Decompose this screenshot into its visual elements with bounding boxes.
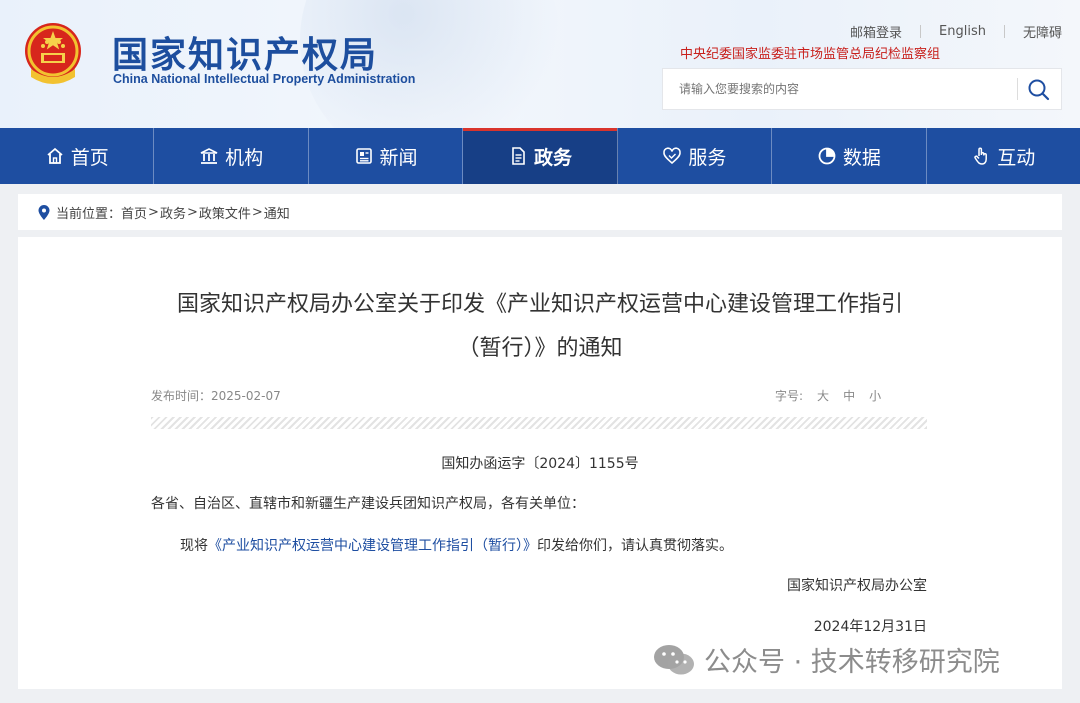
main-nav: 首页 机构 新闻 政务 服务 数据 互动 bbox=[0, 128, 1080, 184]
nav-label: 服务 bbox=[688, 146, 727, 169]
breadcrumb-government-affairs[interactable]: 政务 bbox=[160, 203, 186, 222]
publish-label: 发布时间： bbox=[151, 389, 212, 403]
news-icon bbox=[355, 148, 372, 164]
breadcrumb-separator: > bbox=[251, 204, 263, 220]
document-number: 国知办函运字〔2024〕1155号 bbox=[441, 456, 639, 472]
breadcrumb-separator: > bbox=[186, 204, 198, 220]
attachment-link[interactable]: 《产业知识产权运营中心建设管理工作指引（暂行）》 bbox=[208, 538, 537, 554]
service-icon bbox=[663, 147, 682, 165]
wechat-watermark: 公众号 · 技术转移研究院 bbox=[652, 640, 1000, 679]
institution-icon bbox=[200, 148, 218, 164]
nav-label: 数据 bbox=[842, 146, 881, 169]
nav-label: 机构 bbox=[225, 146, 264, 169]
national-emblem-icon[interactable] bbox=[21, 21, 85, 87]
signature: 国家知识产权局办公室 bbox=[787, 578, 927, 594]
dotted-divider bbox=[151, 417, 927, 429]
breadcrumb: 当前位置： 首页 > 政务 > 政策文件 > 通知 bbox=[18, 194, 1062, 230]
nav-item-data[interactable]: 数据 bbox=[772, 128, 927, 184]
article-body: 现将《产业知识产权运营中心建设管理工作指引（暂行）》印发给你们，请认真贯彻落实。 bbox=[180, 535, 733, 555]
nav-item-home[interactable]: 首页 bbox=[0, 128, 155, 184]
nav-item-institution[interactable]: 机构 bbox=[154, 128, 309, 184]
hand-icon bbox=[974, 147, 988, 165]
search-box bbox=[662, 68, 1062, 110]
article-title-line: （暂行）》的通知 bbox=[457, 336, 623, 361]
english-link[interactable]: English bbox=[921, 24, 1004, 39]
article-title-line: 国家知识产权局办公室关于印发《产业知识产权运营中心建设管理工作指引 bbox=[176, 292, 903, 317]
wechat-icon bbox=[654, 644, 694, 674]
accessibility-link[interactable]: 无障碍 bbox=[1005, 22, 1062, 41]
font-size-switcher: 字号: 大 中 小 bbox=[775, 387, 881, 404]
font-size-label: 字号: bbox=[775, 389, 804, 403]
site-header: 国家知识产权局 China National Intellectual Prop… bbox=[0, 0, 1080, 131]
document-icon bbox=[512, 147, 525, 165]
nav-item-news[interactable]: 新闻 bbox=[309, 128, 464, 184]
publish-info: 发布时间：2025-02-07 bbox=[151, 387, 281, 404]
article-panel: 国家知识产权局办公室关于印发《产业知识产权运营中心建设管理工作指引 （暂行）》的… bbox=[18, 237, 1062, 689]
publish-date: 2025-02-07 bbox=[211, 389, 281, 403]
top-links: 邮箱登录 English 无障碍 bbox=[832, 22, 1062, 41]
nav-item-service[interactable]: 服务 bbox=[618, 128, 773, 184]
watermark-text: 公众号 · 技术转移研究院 bbox=[704, 647, 1000, 678]
mail-login-link[interactable]: 邮箱登录 bbox=[832, 22, 920, 41]
breadcrumb-separator: > bbox=[148, 204, 159, 220]
breadcrumb-policy-documents[interactable]: 政策文件 bbox=[199, 203, 251, 222]
nav-label: 政务 bbox=[533, 146, 572, 169]
site-logo-english[interactable]: China National Intellectual Property Adm… bbox=[113, 72, 415, 86]
body-suffix: 印发给你们，请认真贯彻落实。 bbox=[537, 538, 733, 554]
site-logo-chinese[interactable]: 国家知识产权局 bbox=[112, 26, 378, 78]
article-title: 国家知识产权局办公室关于印发《产业知识产权运营中心建设管理工作指引 （暂行）》的… bbox=[18, 283, 1062, 371]
nav-item-interaction[interactable]: 互动 bbox=[927, 128, 1080, 184]
location-pin-icon bbox=[38, 204, 50, 220]
breadcrumb-prefix: 当前位置： bbox=[56, 206, 122, 222]
nav-label: 首页 bbox=[70, 146, 109, 169]
font-size-medium[interactable]: 中 bbox=[843, 387, 855, 404]
home-icon bbox=[47, 147, 63, 164]
nav-label: 互动 bbox=[997, 146, 1036, 169]
body-prefix: 现将 bbox=[180, 538, 208, 554]
chart-icon bbox=[818, 147, 836, 165]
discipline-inspection-link[interactable]: 中央纪委国家监委驻市场监管总局纪检监察组 bbox=[680, 43, 940, 62]
nav-item-government-affairs[interactable]: 政务 bbox=[463, 128, 618, 184]
divider bbox=[1017, 78, 1018, 100]
search-input[interactable] bbox=[663, 69, 1015, 109]
search-icon[interactable] bbox=[1025, 77, 1053, 103]
breadcrumb-home[interactable]: 首页 bbox=[121, 203, 147, 222]
font-size-large[interactable]: 大 bbox=[817, 387, 829, 404]
breadcrumb-notice[interactable]: 通知 bbox=[264, 203, 290, 222]
issue-date: 2024年12月31日 bbox=[813, 619, 927, 635]
addressee: 各省、自治区、直辖市和新疆生产建设兵团知识产权局，各有关单位： bbox=[151, 496, 585, 512]
nav-label: 新闻 bbox=[379, 146, 418, 169]
font-size-small[interactable]: 小 bbox=[869, 387, 881, 404]
